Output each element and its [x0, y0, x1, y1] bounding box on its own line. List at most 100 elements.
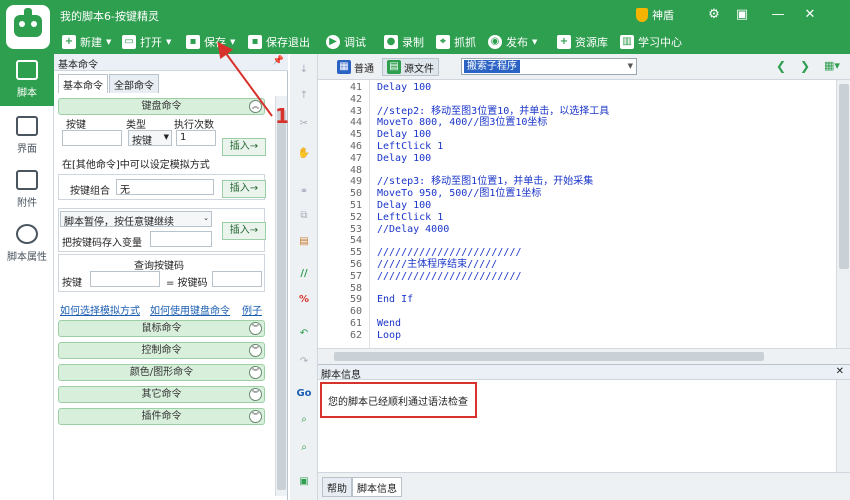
link-example[interactable]: 例子: [242, 302, 262, 317]
learning-button[interactable]: ▥ 学习中心: [620, 33, 682, 51]
vip-badge[interactable]: 神盾: [636, 6, 686, 24]
debug-button[interactable]: ▶ 调试: [326, 33, 366, 51]
open-button[interactable]: ▭ 打开 ▼: [122, 33, 171, 51]
edit-tools: ↓ ↑ ✂ ✋ ⚭ ⧉ ▤ // % ↶ ↷ Go ⌕ ⌕ ▣: [290, 54, 318, 500]
caret-down-icon: ▼: [163, 133, 169, 141]
view-source-button[interactable]: ▤ 源文件: [382, 58, 439, 76]
new-button[interactable]: + 新建 ▼: [62, 33, 111, 51]
syntax-check-message: 您的脚本已经顺利通过语法检查: [320, 382, 477, 418]
tab-script-info[interactable]: 脚本信息: [352, 477, 402, 497]
rail-item-properties[interactable]: 脚本属性: [0, 218, 54, 270]
info-scrollbar[interactable]: [836, 380, 850, 472]
find-icon[interactable]: ⌕: [296, 412, 312, 428]
chevron-down-icon[interactable]: ︾: [249, 410, 262, 423]
tab-all-commands[interactable]: 全部命令: [109, 74, 159, 93]
capture-button[interactable]: ⌖ 抓抓: [436, 33, 476, 51]
code-editor[interactable]: 41 Delay 100 42 43 //step2: 移动至图3位置10，并单击，以选…: [318, 80, 836, 348]
section-color-image[interactable]: 颜色/图形命令 ︾: [58, 364, 265, 381]
publish-button[interactable]: ◉ 发布 ▼: [488, 33, 537, 51]
procedure-select[interactable]: 搬索子程序 ▼: [461, 58, 637, 75]
code-vertical-scrollbar[interactable]: [836, 80, 850, 348]
line-number: 60: [349, 306, 362, 318]
view-normal-button[interactable]: ▦ 普通: [332, 58, 379, 76]
section-other[interactable]: 其它命令 ︾: [58, 386, 265, 403]
link-icon[interactable]: ⚭: [296, 184, 312, 200]
section-keyboard[interactable]: 键盘命令 ︽: [58, 98, 265, 115]
floppy-icon: ▪: [186, 35, 200, 49]
gear-icon[interactable]: ⚙: [704, 5, 724, 25]
comment-icon[interactable]: //: [296, 266, 312, 282]
code-hscroll-thumb[interactable]: [334, 352, 764, 361]
line-number: 61: [349, 318, 362, 329]
chevron-down-icon[interactable]: ︾: [249, 366, 262, 379]
plus-box-icon: +: [557, 35, 571, 49]
settings-panel-icon[interactable]: ▣: [296, 474, 312, 490]
line-number: 58: [349, 282, 362, 294]
save-button[interactable]: ▪ 保存 ▼: [186, 33, 235, 51]
save-exit-button[interactable]: ▪ 保存退出: [248, 33, 310, 51]
line-source: LeftClick 1: [377, 211, 444, 223]
rail-item-attachment[interactable]: 附件: [0, 164, 54, 216]
insert-pause-button[interactable]: 插入→: [222, 222, 266, 240]
undo-icon[interactable]: ↶: [296, 326, 312, 342]
code-horizontal-scrollbar[interactable]: [318, 348, 850, 364]
command-panel: 基本命令 📌 基本命令 全部命令 键盘命令 ︽ 按键 类型 执行次数 按键 ▼ …: [54, 54, 288, 500]
redo-icon[interactable]: ↷: [296, 354, 312, 370]
insert-key-button[interactable]: 插入→: [222, 138, 266, 156]
procedure-selected: 搬索子程序: [464, 60, 520, 73]
tab-basic-commands[interactable]: 基本命令: [58, 74, 108, 93]
section-control[interactable]: 控制命令 ︾: [58, 342, 265, 359]
paste-icon[interactable]: ▤: [296, 234, 312, 250]
chevron-right-icon[interactable]: ❯: [800, 59, 810, 73]
close-icon[interactable]: ✕: [800, 5, 820, 25]
code-scroll-thumb[interactable]: [839, 84, 849, 269]
cut-icon[interactable]: ✂: [296, 116, 312, 132]
copy-icon[interactable]: ⧉: [296, 208, 312, 224]
link-simulate-mode[interactable]: 如何选择模拟方式: [60, 302, 140, 317]
hand-icon[interactable]: ✋: [296, 146, 312, 162]
layout-icon[interactable]: ▦▾: [824, 59, 840, 72]
record-button[interactable]: ● 录制: [384, 33, 424, 51]
resources-button[interactable]: + 资源库: [557, 33, 608, 51]
chevron-up-icon[interactable]: ︽: [249, 100, 262, 113]
chevron-down-icon[interactable]: ︾: [249, 344, 262, 357]
chevron-down-icon[interactable]: ︾: [249, 388, 262, 401]
close-icon[interactable]: ✕: [836, 366, 844, 377]
panel-scrollbar[interactable]: [275, 96, 287, 496]
query-key-input[interactable]: [90, 271, 160, 287]
line-number: 50: [349, 188, 362, 200]
minimize-icon[interactable]: —: [768, 5, 788, 25]
replace-icon[interactable]: ⌕: [296, 440, 312, 456]
chevron-down-icon[interactable]: ︾: [249, 322, 262, 335]
line-source: End If: [377, 294, 414, 306]
pin-icon[interactable]: 📌: [273, 56, 284, 66]
restore-icon[interactable]: ▣: [732, 5, 752, 25]
arrow-down-icon[interactable]: ↓: [296, 62, 312, 78]
panel-scroll-thumb[interactable]: [277, 110, 286, 490]
tab-help[interactable]: 帮助: [322, 477, 352, 497]
type-select[interactable]: 按键 ▼: [128, 130, 172, 147]
section-mouse[interactable]: 鼠标命令 ︾: [58, 320, 265, 337]
line-source: Delay 100: [377, 129, 432, 141]
var-input[interactable]: [150, 231, 212, 247]
insert-combo-button[interactable]: 插入→: [222, 180, 266, 198]
line-number: 46: [349, 141, 362, 152]
info-icon: [16, 224, 38, 244]
line-source: Delay 100: [377, 200, 432, 211]
section-plugin[interactable]: 插件命令 ︾: [58, 408, 265, 425]
rail-item-script[interactable]: 脚本: [0, 54, 54, 106]
caret-down-icon: ▼: [532, 38, 538, 46]
pause-select[interactable]: 脚本暂停，按任意键继续 ⌄: [60, 211, 212, 228]
rail-item-ui[interactable]: 界面: [0, 110, 54, 162]
combo-input[interactable]: 无: [116, 179, 214, 196]
arrow-up-icon[interactable]: ↑: [296, 88, 312, 104]
link-keyboard-usage[interactable]: 如何使用键盘命令: [150, 302, 230, 317]
key-input[interactable]: [62, 130, 122, 146]
query-code-input[interactable]: [212, 271, 262, 287]
times-input[interactable]: 1: [176, 130, 216, 146]
chevron-left-icon[interactable]: ❮: [776, 59, 786, 73]
simulate-note: 在[其他命令]中可以设定模拟方式: [62, 160, 210, 171]
goto-icon[interactable]: Go: [296, 386, 312, 402]
chevron-down-icon: ⌄: [203, 214, 209, 222]
uncomment-icon[interactable]: %: [296, 292, 312, 308]
